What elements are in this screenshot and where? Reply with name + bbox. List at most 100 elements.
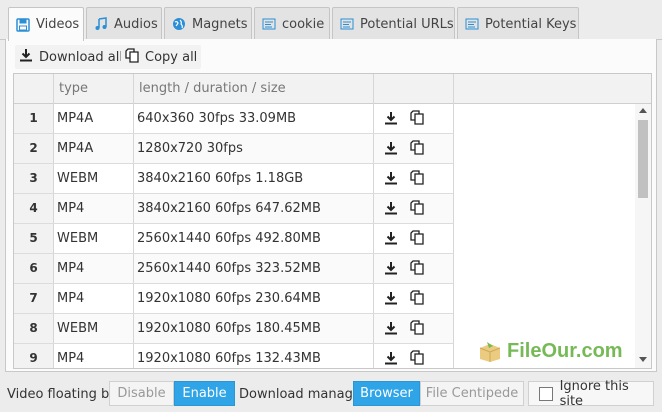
row-info: 1920x1080 60fps 180.45MB (134, 314, 374, 343)
header-row-number (14, 74, 54, 104)
download-icon[interactable] (384, 141, 398, 159)
row-actions (374, 194, 454, 223)
table-row[interactable]: 5 WEBM 2560x1440 60fps 492.80MB (14, 224, 454, 254)
copy-icon (125, 47, 139, 67)
tab-cookie[interactable]: cookie (254, 7, 330, 40)
download-icon[interactable] (384, 291, 398, 309)
table-row[interactable]: 9 MP4 1920x1080 60fps 132.43MB (14, 344, 454, 368)
tab-videos[interactable]: Videos (8, 7, 84, 41)
table-row[interactable]: 4 MP4 3840x2160 60fps 647.62MB (14, 194, 454, 224)
copy-all-button[interactable]: Copy all (121, 45, 202, 69)
table-row[interactable]: 1 MP4A 640x360 30fps 33.09MB (14, 104, 454, 134)
floating-enable-button[interactable]: Enable (174, 381, 235, 406)
floating-disable-button[interactable]: Disable (109, 381, 174, 406)
row-number: 2 (14, 134, 54, 163)
row-actions (374, 134, 454, 163)
copy-icon[interactable] (410, 320, 424, 339)
tab-label: cookie (282, 16, 325, 32)
download-all-button[interactable]: Download all (15, 45, 127, 69)
row-info: 640x360 30fps 33.09MB (134, 104, 374, 133)
row-type: MP4A (54, 104, 134, 133)
row-type: MP4 (54, 254, 134, 283)
row-info: 1920x1080 60fps 132.43MB (134, 344, 374, 368)
table-row[interactable]: 7 MP4 1920x1080 60fps 230.64MB (14, 284, 454, 314)
row-type: WEBM (54, 164, 134, 193)
row-type: WEBM (54, 224, 134, 253)
download-icon[interactable] (384, 261, 398, 279)
scroll-up-arrow-icon[interactable] (639, 108, 647, 113)
tab-potential-urls[interactable]: Potential URLs (332, 7, 455, 40)
download-icon (19, 48, 33, 66)
row-number: 7 (14, 284, 54, 313)
tab-label: Potential Keys (485, 16, 577, 32)
download-icon[interactable] (384, 231, 398, 249)
download-icon[interactable] (384, 321, 398, 339)
scroll-down-arrow-icon[interactable] (639, 357, 647, 362)
download-icon[interactable] (384, 201, 398, 219)
copy-icon[interactable] (410, 230, 424, 249)
videos-table: type length / duration / size 1 MP4A 640x3… (13, 73, 652, 369)
watermark: FileOur.com (477, 338, 623, 364)
table-row[interactable]: 8 WEBM 1920x1080 60fps 180.45MB (14, 314, 454, 344)
row-info: 2560x1440 60fps 492.80MB (134, 224, 374, 253)
row-number: 1 (14, 104, 54, 133)
row-info: 3840x2160 60fps 647.62MB (134, 194, 374, 223)
row-type: MP4 (54, 194, 134, 223)
row-type: MP4 (54, 344, 134, 368)
copy-all-label: Copy all (145, 49, 198, 65)
list-icon (465, 17, 479, 31)
row-info: 3840x2160 60fps 1.18GB (134, 164, 374, 193)
row-actions (374, 284, 454, 313)
copy-icon[interactable] (410, 110, 424, 129)
tab-label: Magnets (192, 16, 248, 32)
tab-label: Audios (114, 16, 158, 32)
row-actions (374, 104, 454, 133)
download-icon[interactable] (384, 171, 398, 189)
row-type: WEBM (54, 314, 134, 343)
tab-label: Potential URLs (360, 16, 454, 32)
row-type: MP4A (54, 134, 134, 163)
row-number: 9 (14, 344, 54, 368)
download-icon[interactable] (384, 111, 398, 129)
copy-icon[interactable] (410, 290, 424, 309)
row-info: 2560x1440 60fps 323.52MB (134, 254, 374, 283)
manager-file-centipede-button[interactable]: File Centipede (420, 381, 524, 406)
table-row[interactable]: 6 MP4 2560x1440 60fps 323.52MB (14, 254, 454, 284)
bottom-bar: Video floating bar: Disable Enable Downl… (0, 378, 662, 412)
table-header: type length / duration / size (14, 74, 651, 104)
row-actions (374, 224, 454, 253)
header-actions (374, 74, 454, 104)
tab-potential-keys[interactable]: Potential Keys (457, 7, 579, 40)
copy-icon[interactable] (410, 350, 424, 368)
copy-icon[interactable] (410, 140, 424, 159)
list-icon (262, 17, 276, 31)
header-type[interactable]: type (54, 74, 134, 104)
row-number: 6 (14, 254, 54, 283)
copy-icon[interactable] (410, 200, 424, 219)
scroll-thumb[interactable] (638, 120, 648, 198)
ignore-site-label: Ignore this site (559, 378, 629, 409)
row-info: 1280x720 30fps (134, 134, 374, 163)
row-actions (374, 314, 454, 343)
tab-label: Videos (36, 17, 80, 32)
save-icon (16, 17, 30, 32)
watermark-text: FileOur.com (507, 339, 623, 362)
tab-magnets[interactable]: Magnets (164, 7, 252, 40)
copy-icon[interactable] (410, 260, 424, 279)
tab-audios[interactable]: Audios (86, 7, 162, 40)
table-scrollbar[interactable] (635, 104, 651, 368)
download-icon[interactable] (384, 351, 398, 368)
copy-icon[interactable] (410, 170, 424, 189)
manager-browser-button[interactable]: Browser (353, 381, 420, 406)
table-row[interactable]: 3 WEBM 3840x2160 60fps 1.18GB (14, 164, 454, 194)
download-manager-label: Download manager: (239, 387, 371, 402)
table-row[interactable]: 2 MP4A 1280x720 30fps (14, 134, 454, 164)
header-length[interactable]: length / duration / size (134, 74, 374, 104)
header-filler (454, 74, 651, 104)
music-note-icon (94, 17, 108, 31)
ignore-site-checkbox[interactable] (539, 386, 553, 401)
row-type: MP4 (54, 284, 134, 313)
ignore-site-toggle[interactable]: Ignore this site (528, 378, 654, 409)
globe-icon (172, 17, 186, 31)
box-logo-icon (477, 340, 503, 362)
